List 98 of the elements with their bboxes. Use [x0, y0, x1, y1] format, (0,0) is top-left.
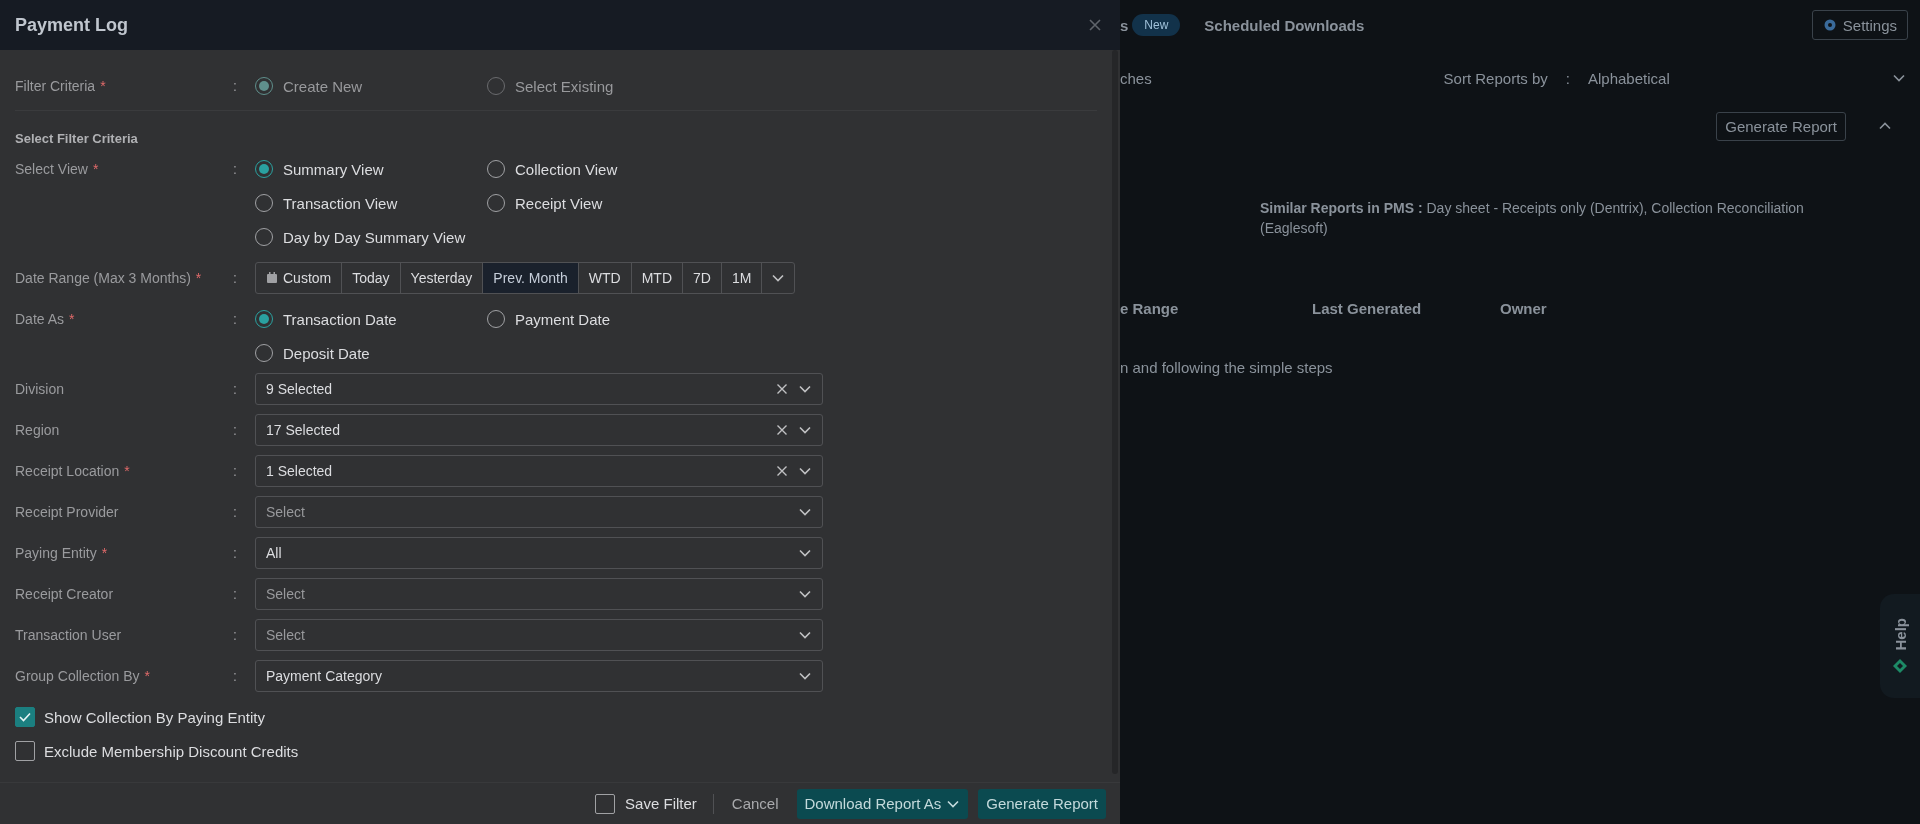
- select-field[interactable]: Select: [255, 496, 823, 528]
- radio-label[interactable]: Collection View: [515, 160, 618, 178]
- date-range-tab[interactable]: 1M: [721, 263, 763, 293]
- required-mark: *: [100, 77, 106, 96]
- select-placeholder: Select: [266, 627, 306, 643]
- radio-label[interactable]: Transaction View: [283, 194, 398, 212]
- dialog-title: Payment Log: [15, 14, 129, 36]
- diamond-icon: [1892, 658, 1908, 675]
- colon: :: [233, 77, 238, 96]
- date-range-tab[interactable]: Today: [342, 263, 401, 293]
- radio-label[interactable]: Deposit Date: [283, 344, 370, 362]
- select-field[interactable]: Select: [255, 578, 823, 610]
- field-label: Division: [15, 380, 64, 399]
- select-value: 17 Selected: [266, 422, 341, 438]
- select-value: All: [266, 545, 283, 561]
- colon: :: [233, 544, 238, 563]
- select-field[interactable]: 9 Selected: [255, 373, 823, 405]
- clear-icon: [776, 465, 788, 477]
- radio-label[interactable]: Summary View: [283, 160, 384, 178]
- colon: :: [233, 585, 238, 604]
- select-field[interactable]: 1 Selected: [255, 455, 823, 487]
- tab-label[interactable]: Scheduled Downloads: [1204, 16, 1365, 34]
- sort-label: Sort Reports by: [1443, 69, 1548, 87]
- help-tab[interactable]: Help: [1880, 594, 1920, 698]
- generate-report-button[interactable]: Generate Report: [1716, 111, 1846, 141]
- field-label: Transaction User: [15, 626, 122, 645]
- similar-reports-text: Similar Reports in PMS : Day sheet - Receipts only (Dentrix), Collection Reconciliation (Eaglesoft): [1260, 199, 1805, 238]
- checkbox-label[interactable]: Save Filter: [625, 795, 697, 812]
- colon: :: [233, 160, 238, 179]
- checkbox-label[interactable]: Show Collection By Paying Entity: [44, 708, 265, 726]
- colon: :: [233, 421, 238, 440]
- required-mark: *: [124, 462, 130, 481]
- scrollbar[interactable]: [1112, 50, 1118, 774]
- colon: :: [233, 667, 238, 686]
- select-field[interactable]: All: [255, 537, 823, 569]
- column-header: Owner: [1500, 300, 1548, 317]
- required-mark: *: [101, 544, 108, 563]
- column-header: Last Generated: [1312, 300, 1423, 317]
- date-range-tab[interactable]: 7D: [683, 263, 722, 293]
- colon: :: [233, 626, 238, 645]
- date-range-tab[interactable]: Custom: [256, 263, 343, 293]
- checkbox[interactable]: [15, 741, 35, 761]
- radio-label[interactable]: Day by Day Summary View: [283, 228, 466, 246]
- radio-label[interactable]: Transaction Date: [283, 310, 397, 328]
- field-label: Select View: [15, 160, 88, 179]
- checkbox[interactable]: [595, 793, 616, 814]
- check-icon: [19, 712, 31, 722]
- colon: :: [1565, 69, 1570, 87]
- radio-label[interactable]: Receipt View: [515, 194, 603, 212]
- select-field[interactable]: Select: [255, 619, 823, 651]
- column-header: e Range: [1120, 300, 1180, 317]
- field-label: Receipt Creator: [15, 585, 114, 604]
- sort-select[interactable]: Alphabetical: [1588, 69, 1906, 87]
- date-range-tab[interactable]: WTD: [578, 263, 632, 293]
- cancel-button[interactable]: Cancel: [723, 795, 787, 812]
- select-value: Alphabetical: [1588, 69, 1670, 87]
- colon: :: [233, 503, 238, 522]
- required-mark: *: [92, 160, 99, 179]
- section-heading: Select Filter Criteria: [15, 131, 139, 147]
- empty-message: n and following the simple steps: [1120, 359, 1334, 376]
- select-field[interactable]: Payment Category: [255, 660, 823, 692]
- required-mark: *: [195, 269, 202, 288]
- colon: :: [233, 462, 238, 481]
- field-label: Paying Entity: [15, 544, 97, 563]
- field-label: Date As: [15, 310, 65, 329]
- select-placeholder: Select: [266, 586, 306, 602]
- checkbox-label[interactable]: Exclude Membership Discount Credits: [44, 742, 299, 760]
- field-label: Region: [15, 421, 60, 440]
- close-icon: [1088, 18, 1102, 32]
- required-mark: *: [69, 310, 75, 329]
- colon: :: [233, 269, 238, 288]
- settings-button[interactable]: Settings: [1811, 10, 1908, 40]
- tab-label[interactable]: s: [1120, 16, 1129, 34]
- calendar-icon: [266, 272, 278, 284]
- select-value: 9 Selected: [266, 381, 334, 397]
- field-label: Group Collection By: [15, 667, 140, 686]
- generate-report-button[interactable]: Generate Report: [978, 788, 1106, 819]
- field-label: Filter Criteria: [15, 77, 96, 96]
- colon: :: [233, 380, 238, 399]
- download-report-button[interactable]: Download Report As: [796, 788, 969, 819]
- date-range-tab[interactable]: Prev. Month: [483, 263, 579, 293]
- tab-label[interactable]: ches: [1120, 69, 1152, 87]
- clear-icon: [776, 383, 788, 395]
- select-field[interactable]: 17 Selected: [255, 414, 823, 446]
- help-label: Help: [1891, 617, 1909, 651]
- date-range-tab[interactable]: MTD: [631, 263, 683, 293]
- field-label: Receipt Location: [15, 462, 120, 481]
- field-label: Date Range (Max 3 Months): [15, 269, 191, 288]
- field-label: Receipt Provider: [15, 503, 119, 522]
- checkbox[interactable]: [15, 707, 35, 727]
- select-value: Payment Category: [266, 668, 383, 684]
- required-mark: *: [144, 667, 150, 686]
- select-placeholder: Select: [266, 504, 306, 520]
- select-value: 1 Selected: [266, 463, 334, 479]
- new-badge: New: [1132, 14, 1181, 36]
- clear-icon: [776, 424, 788, 436]
- radio-label[interactable]: Payment Date: [515, 310, 611, 328]
- colon: :: [233, 310, 238, 329]
